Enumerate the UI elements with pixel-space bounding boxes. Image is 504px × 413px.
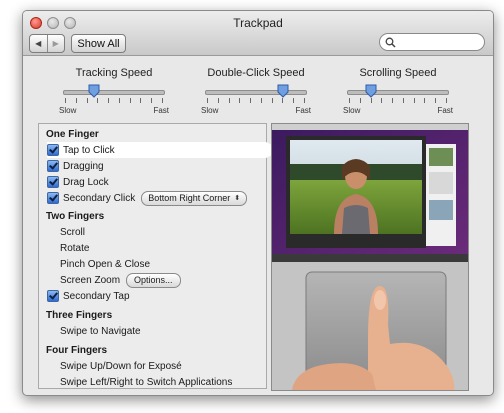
slider-ticks [207,98,305,103]
trackpad-preferences-window: Trackpad ◀ ▶ Show All Tracking Speed Slo… [22,10,494,396]
slider-knob[interactable] [277,84,289,98]
gesture-preview-video [271,123,469,391]
one-finger-header: One Finger [46,128,99,140]
preview-illustration [272,124,468,390]
secondary-tap-checkbox[interactable] [47,290,59,302]
scrolling-speed-slider-group: Scrolling Speed Slow Fast [343,67,453,115]
switch-applications-item[interactable]: Swipe Left/Right to Switch Applications [60,374,266,390]
slider-title: Tracking Speed [75,67,153,79]
secondary-click-checkbox[interactable] [47,192,59,204]
popup-value: Bottom Right Corner [148,193,231,203]
drag-lock-checkbox[interactable] [47,176,59,188]
rotate-item[interactable]: Rotate [60,240,266,256]
drag-lock-item[interactable]: Drag Lock [47,174,266,190]
gesture-list: One Finger Tap to Click Dragging Drag Lo… [38,123,267,389]
window-title: Trackpad [233,16,283,30]
slider-max-label: Fast [295,106,311,115]
secondary-tap-label: Secondary Tap [63,290,130,302]
secondary-click-item[interactable]: Secondary Click Bottom Right Corner ⬍ [47,190,266,206]
slider-knob[interactable] [88,84,100,98]
slider-track[interactable] [205,90,307,95]
popup-arrows-icon: ⬍ [234,195,241,202]
dragging-item[interactable]: Dragging [47,158,266,174]
tracking-speed-slider-group: Tracking Speed Slow Fast [59,67,169,115]
title-bar: Trackpad ◀ ▶ Show All [23,11,493,56]
swipe-to-navigate-item[interactable]: Swipe to Navigate [60,323,266,339]
three-fingers-header: Three Fingers [46,309,113,321]
slider-min-label: Slow [343,106,361,115]
options-button[interactable]: Options... [126,272,181,288]
tap-to-click-item[interactable]: Tap to Click [47,142,282,158]
slider-title: Double-Click Speed [207,67,305,79]
four-fingers-header: Four Fingers [46,344,108,356]
forward-arrow-icon[interactable]: ▶ [46,35,65,52]
slider-min-label: Slow [59,106,77,115]
slider-knob[interactable] [365,84,377,98]
search-icon [385,37,396,48]
screen-zoom-label: Screen Zoom [60,274,121,286]
search-input[interactable] [379,33,485,51]
secondary-tap-item[interactable]: Secondary Tap [47,288,266,304]
tap-to-click-checkbox[interactable] [47,144,59,156]
expose-item[interactable]: Swipe Up/Down for Exposé [60,358,266,374]
slider-max-label: Fast [437,106,453,115]
pinch-item[interactable]: Pinch Open & Close [60,256,266,272]
slider-title: Scrolling Speed [359,67,437,79]
show-all-button[interactable]: Show All [71,34,126,53]
two-fingers-header: Two Fingers [46,210,105,222]
drag-lock-label: Drag Lock [63,176,109,188]
screen-zoom-item[interactable]: Screen Zoom Options... [60,272,266,288]
scroll-item[interactable]: Scroll [60,224,266,240]
slider-track[interactable] [63,90,165,95]
slider-track[interactable] [347,90,449,95]
dragging-checkbox[interactable] [47,160,59,172]
slider-min-label: Slow [201,106,219,115]
slider-ticks [65,98,163,103]
slider-ticks [349,98,447,103]
slider-max-label: Fast [153,106,169,115]
tap-to-click-label: Tap to Click [63,144,115,156]
secondary-click-popup[interactable]: Bottom Right Corner ⬍ [141,190,248,206]
back-forward-control: ◀ ▶ [29,34,65,53]
back-arrow-icon[interactable]: ◀ [30,35,47,52]
secondary-click-label: Secondary Click [63,192,136,204]
double-click-speed-slider-group: Double-Click Speed Slow Fast [201,67,311,115]
dragging-label: Dragging [63,160,104,172]
